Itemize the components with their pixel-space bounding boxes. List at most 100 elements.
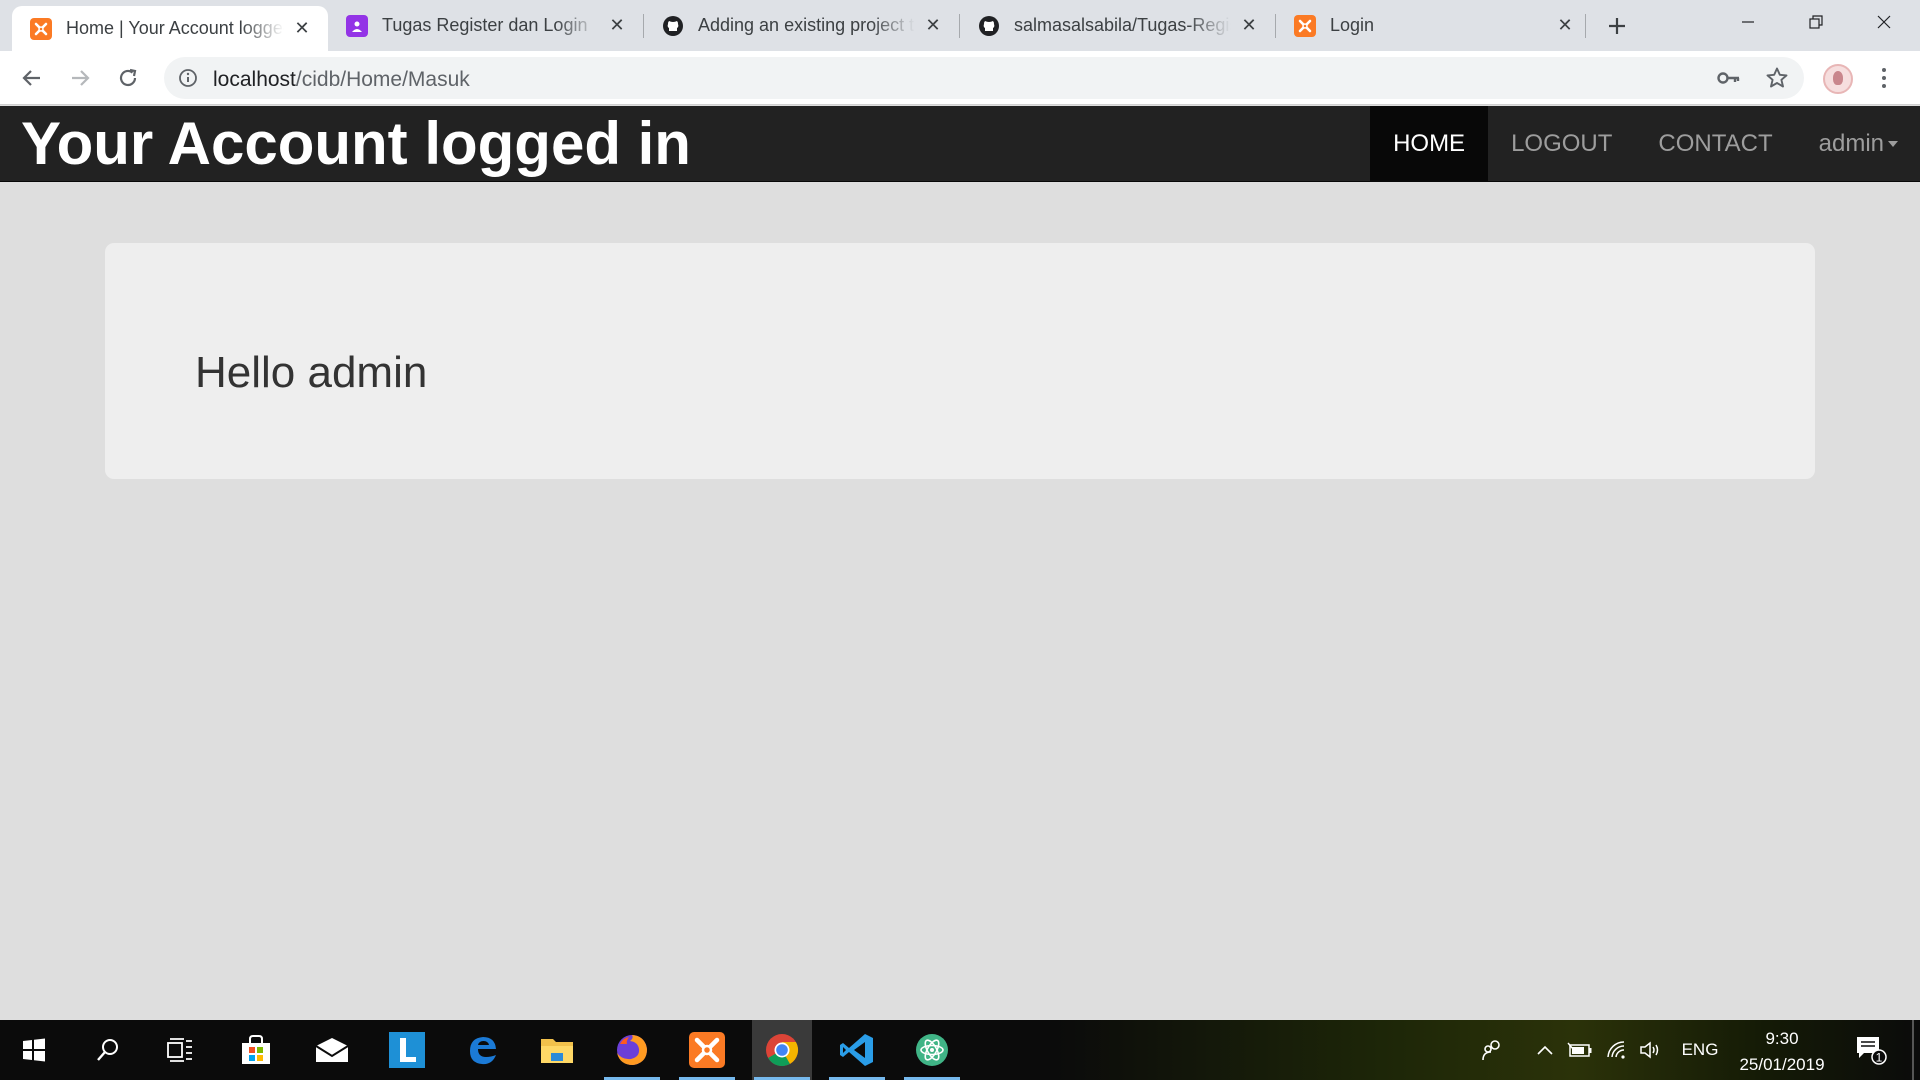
address-bar[interactable]: localhost/cidb/Home/Masuk [164,57,1804,99]
taskbar-clock[interactable]: 9:30 25/01/2019 [1730,1026,1834,1078]
vscode-icon [840,1034,873,1066]
tray-wifi[interactable] [1601,1020,1635,1080]
start-button[interactable] [4,1020,64,1080]
address-url[interactable]: localhost/cidb/Home/Masuk [213,68,470,92]
tray-people[interactable] [1474,1020,1510,1080]
tab-login[interactable]: Login ✕ [1276,0,1591,51]
navbar: Your Account logged in HOME LOGOUT CONTA… [0,106,1920,182]
minimize-icon [1742,21,1754,23]
new-tab-button[interactable] [1601,10,1633,42]
xampp-icon [1294,14,1316,37]
web-page: Your Account logged in HOME LOGOUT CONTA… [0,106,1920,1020]
arrow-right-icon [72,70,90,86]
xampp-icon [30,17,52,40]
tray-language[interactable]: ENG [1675,1020,1725,1080]
chevron-up-icon [1537,1045,1553,1055]
profile-avatar[interactable] [1823,64,1853,94]
taskbar-store[interactable] [226,1020,286,1080]
file-explorer-icon [541,1039,573,1063]
google-classroom-icon [346,14,368,37]
arrow-left-icon [22,70,40,86]
nav-menu: HOME LOGOUT CONTACT admin [1370,106,1920,182]
close-icon [1877,15,1891,29]
edge-icon [470,1037,496,1065]
close-icon[interactable]: ✕ [1239,15,1259,36]
url-path: /cidb/Home/Masuk [295,68,470,91]
browser-toolbar: localhost/cidb/Home/Masuk [0,51,1920,105]
tray-battery[interactable] [1563,1020,1597,1080]
nav-home[interactable]: HOME [1370,106,1489,182]
taskbar-l-app[interactable] [377,1020,437,1080]
tray-overflow[interactable] [1528,1020,1562,1080]
chrome-menu-button[interactable] [1872,63,1896,93]
navbar-brand[interactable]: Your Account logged in [21,112,691,175]
reload-button[interactable] [110,60,146,96]
volume-icon [1640,1041,1659,1059]
url-host: localhost [213,68,296,91]
nav-user-label: admin [1818,130,1884,157]
people-icon [1482,1040,1500,1061]
github-icon [662,15,684,37]
nav-user-dropdown[interactable]: admin [1796,106,1920,182]
forward-button[interactable] [62,60,98,96]
tab-home[interactable]: Home | Your Account logged in ✕ [12,6,328,51]
restore-button[interactable] [1782,0,1850,44]
search-button[interactable] [78,1020,138,1080]
clock-time: 9:30 [1765,1029,1799,1048]
reload-icon [119,68,137,87]
chrome-icon [766,1034,799,1067]
tab-title: Tugas Register dan Login [382,15,588,35]
jumbotron: Hello admin [105,243,1815,479]
tab-tugas-register[interactable]: Tugas Register dan Login ✕ [328,0,643,51]
microsoft-store-icon [242,1035,270,1064]
nav-contact[interactable]: CONTACT [1635,106,1795,182]
close-icon[interactable]: ✕ [292,18,312,39]
taskbar-vscode[interactable] [827,1020,887,1080]
tab-separator [1585,14,1586,38]
taskbar-chrome[interactable] [752,1020,812,1080]
minimize-button[interactable] [1714,0,1782,44]
taskbar-mail[interactable] [302,1020,362,1080]
windows-taskbar: ENG 9:30 25/01/2019 1 [0,1020,1920,1080]
clock-date: 25/01/2019 [1739,1055,1825,1074]
atom-icon [916,1034,948,1066]
close-icon[interactable]: ✕ [607,15,627,36]
star-icon[interactable] [1765,66,1789,90]
task-view-button[interactable] [150,1020,210,1080]
taskbar-file-explorer[interactable] [527,1020,587,1080]
taskbar-edge[interactable] [453,1020,513,1080]
battery-icon [1567,1042,1592,1057]
task-view-icon [167,1038,192,1062]
taskbar-xampp[interactable] [677,1020,737,1080]
close-icon[interactable]: ✕ [923,15,943,36]
language-label: ENG [1681,1040,1719,1059]
restore-icon [1809,15,1823,29]
notification-count: 1 [1876,1051,1883,1065]
tab-title: Adding an existing project to GitHub [698,15,915,35]
xampp-icon [689,1032,725,1068]
tab-title: Home | Your Account logged in [66,18,284,38]
tab-title: Login [1330,15,1375,35]
tray-volume[interactable] [1634,1020,1668,1080]
plus-icon [1609,18,1625,34]
caret-down-icon [1888,141,1898,147]
browser-tab-strip: Home | Your Account logged in ✕ Tugas Re… [0,0,1920,51]
nav-logout[interactable]: LOGOUT [1488,106,1635,182]
close-icon[interactable]: ✕ [1555,15,1575,36]
tab-adding-project[interactable]: Adding an existing project to GitHub ✕ [644,0,959,51]
mail-icon [315,1038,349,1062]
info-icon[interactable] [178,68,198,88]
tab-title: salmasalsabila/Tugas-Register [1014,15,1231,35]
notification-icon: 1 [1857,1037,1887,1065]
show-desktop-button[interactable] [1912,1020,1914,1080]
wifi-icon [1607,1041,1625,1059]
back-button[interactable] [14,60,50,96]
taskbar-firefox[interactable] [602,1020,662,1080]
taskbar-atom[interactable] [902,1020,962,1080]
tab-github-repo[interactable]: salmasalsabila/Tugas-Register ✕ [960,0,1275,51]
close-window-button[interactable] [1850,0,1918,44]
action-center-button[interactable]: 1 [1846,1020,1896,1080]
key-icon[interactable] [1717,67,1741,89]
windows-start-icon [23,1038,45,1062]
l-app-icon [389,1032,425,1068]
